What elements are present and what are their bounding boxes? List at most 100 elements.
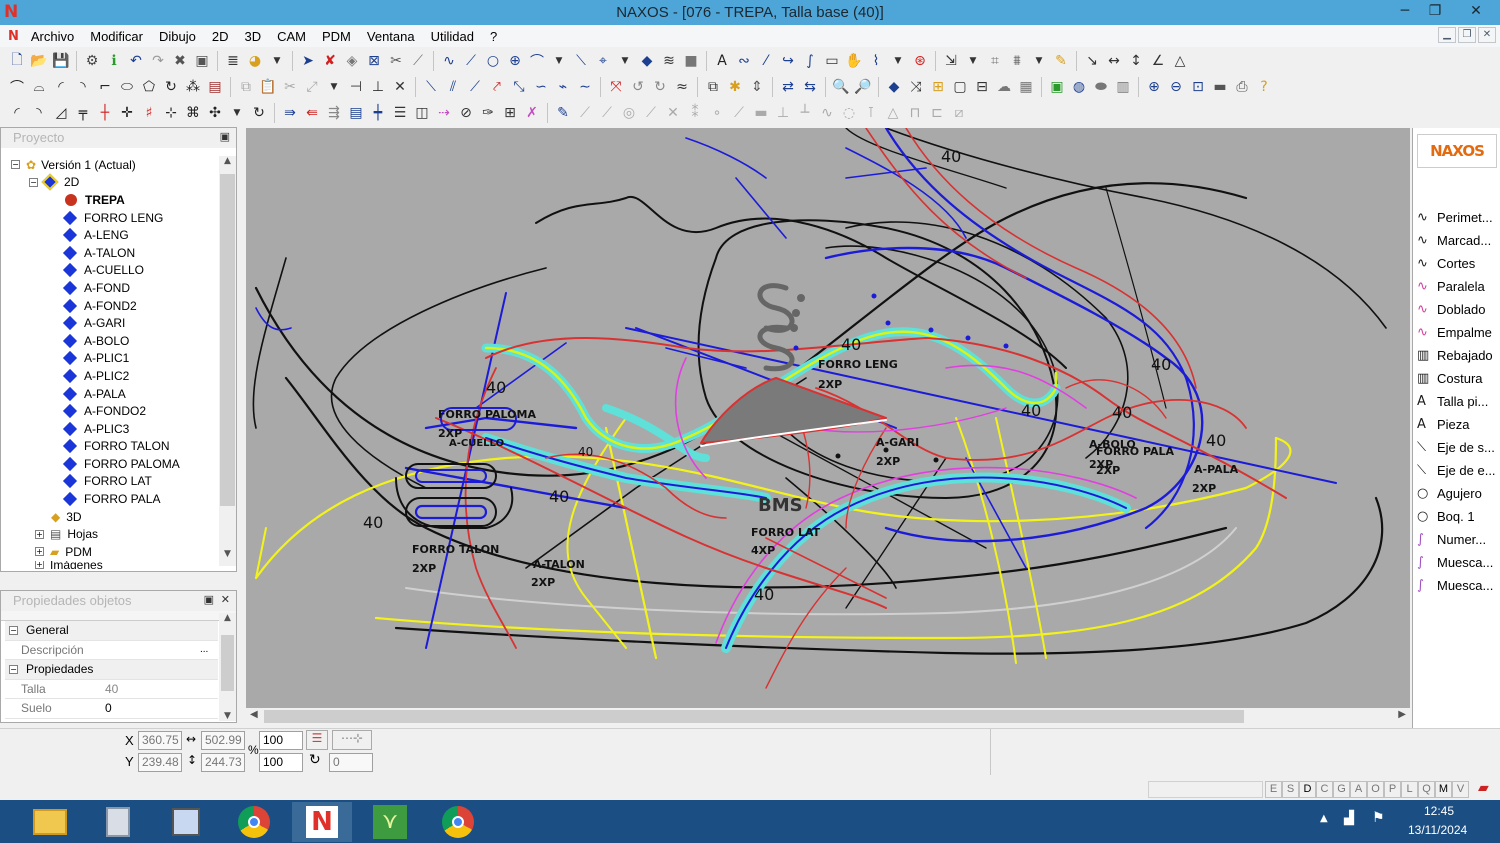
leaf-app-icon[interactable]: ⋎ <box>360 802 420 842</box>
file-explorer-icon[interactable] <box>20 802 80 842</box>
updown-icon[interactable]: ⇕ <box>746 77 768 97</box>
menu-3d[interactable]: 3D <box>236 29 269 44</box>
spline-icon[interactable]: ⌇ <box>865 51 887 71</box>
delete-icon[interactable]: ✖ <box>169 51 191 71</box>
curve-icon[interactable]: ∿ <box>438 51 460 71</box>
snap9-icon[interactable]: ┴ <box>794 103 816 123</box>
expand-icon[interactable]: + <box>35 560 44 569</box>
menu-archivo[interactable]: Archivo <box>23 29 82 44</box>
scissors-icon[interactable]: ✂ <box>385 51 407 71</box>
open-icon[interactable]: 📂 <box>28 51 50 71</box>
scale-icon[interactable]: ⤢ <box>301 77 323 97</box>
arrows-icon[interactable]: ✣ <box>204 103 226 123</box>
polygon-icon[interactable]: ⬠ <box>138 77 160 97</box>
pin-icon[interactable]: ▣ <box>204 593 214 606</box>
menu-help[interactable]: ? <box>482 29 505 44</box>
tree-piece[interactable]: FORRO LAT <box>11 473 180 491</box>
dropdown-icon[interactable]: ▼ <box>266 51 288 71</box>
fit-icon[interactable]: ✱ <box>724 77 746 97</box>
snap-icon[interactable]: ✎ <box>552 103 574 123</box>
function-item[interactable]: ∿ Paralela <box>1413 275 1500 298</box>
maximize-button[interactable]: ❐ <box>1420 0 1450 22</box>
shoe-icon[interactable]: ⬬ <box>1090 77 1112 97</box>
dropdown-icon-5[interactable]: ▼ <box>962 51 984 71</box>
y-field[interactable]: 239.48 <box>138 753 182 772</box>
x-icon[interactable]: ✗ <box>521 103 543 123</box>
scroll-down-icon[interactable]: ▼ <box>219 549 236 566</box>
grade-icon[interactable]: ⩩ <box>1006 51 1028 71</box>
function-item[interactable]: ⟍ Eje de e... <box>1413 459 1500 482</box>
clock-time[interactable]: 12:45 <box>1424 804 1454 818</box>
props-scroll-thumb[interactable] <box>221 635 234 691</box>
group-general[interactable]: − General <box>5 621 218 641</box>
ellipse-icon[interactable]: ⬭ <box>116 77 138 97</box>
gradient-icon[interactable]: ⇢ <box>433 103 455 123</box>
tree-root[interactable]: − ✿ Versión 1 (Actual) <box>11 156 180 174</box>
tree-folder-3d[interactable]: ◆ 3D <box>11 508 180 526</box>
dropdown-icon-2[interactable]: ▼ <box>548 51 570 71</box>
status-key[interactable]: V <box>1452 781 1469 798</box>
print-icon[interactable]: ⎙ <box>1231 77 1253 97</box>
tree-piece[interactable]: FORRO TALON <box>11 438 180 456</box>
function-item[interactable]: ∿ Perimet... <box>1413 206 1500 229</box>
corner2-icon[interactable]: ◝ <box>72 77 94 97</box>
tray-expand-icon[interactable]: ▲ <box>1320 813 1328 824</box>
app-logo-icon[interactable]: N <box>4 3 20 21</box>
vdim-icon[interactable]: ↕ <box>1125 51 1147 71</box>
tree-piece[interactable]: A-FONDO2 <box>11 402 180 420</box>
snap4-icon[interactable]: ⟋ <box>640 103 662 123</box>
dim-icon[interactable]: ↘ <box>1081 51 1103 71</box>
function-item[interactable]: ∫ Numer... <box>1413 528 1500 551</box>
copy2-icon[interactable]: ⧉ <box>702 77 724 97</box>
snap7-icon[interactable]: ▬ <box>750 103 772 123</box>
zoom-in-icon[interactable]: 🔍 <box>830 77 852 97</box>
tree-piece[interactable]: A-FOND2 <box>11 297 180 315</box>
nodes-icon[interactable]: ⁂ <box>182 77 204 97</box>
rect-outline-icon[interactable]: ▭ <box>821 51 843 71</box>
snap14-icon[interactable]: ⊓ <box>904 103 926 123</box>
function-item[interactable]: ○ Agujero <box>1413 482 1500 505</box>
tree-piece[interactable]: A-PLIC3 <box>11 420 180 438</box>
mirror-icon[interactable]: ⊣ <box>345 77 367 97</box>
tree-folder-2d[interactable]: − 2D <box>11 173 180 192</box>
prop-talla-value[interactable]: 40 <box>105 682 218 696</box>
function-item[interactable]: A Talla pi... <box>1413 390 1500 413</box>
snap8-icon[interactable]: ⊥ <box>772 103 794 123</box>
mdi-close-button[interactable]: ✕ <box>1478 27 1496 43</box>
close-button[interactable]: ✕ <box>1454 0 1498 22</box>
zigzag-icon[interactable]: ∾ <box>733 51 755 71</box>
dropdown-icon-6[interactable]: ▼ <box>1028 51 1050 71</box>
export-icon[interactable]: ⇲ <box>940 51 962 71</box>
tree-folder-hojas[interactable]: + ▤ Hojas <box>11 525 180 543</box>
project-scroll-thumb[interactable] <box>220 174 235 506</box>
angle-dim-icon[interactable]: ∠ <box>1147 51 1169 71</box>
dropdown-icon-7[interactable]: ▼ <box>323 77 345 97</box>
desc-ellipsis-button[interactable]: ... <box>200 644 218 655</box>
snap-dot-icon[interactable]: ∘ <box>706 103 728 123</box>
status-key[interactable]: D <box>1299 781 1316 798</box>
scroll-up-icon[interactable]: ▲ <box>219 156 236 173</box>
text-icon[interactable]: A <box>711 51 733 71</box>
tree-piece[interactable]: FORRO PALA <box>11 490 180 508</box>
snap16-icon[interactable]: ⧄ <box>948 103 970 123</box>
dropdown-icon-8[interactable]: ▼ <box>226 103 248 123</box>
tree-piece[interactable]: A-PALA <box>11 385 180 403</box>
calculator-icon[interactable] <box>88 802 148 842</box>
function-item[interactable]: ▥ Costura <box>1413 367 1500 390</box>
snap5-icon[interactable]: ⁑ <box>684 103 706 123</box>
parallel-icon[interactable]: ⫽ <box>442 77 464 97</box>
align-icon[interactable]: ☰ <box>306 730 328 750</box>
menu-cam[interactable]: CAM <box>269 29 314 44</box>
tree-piece[interactable]: FORRO PALOMA <box>11 455 180 473</box>
hand-icon[interactable]: ✋ <box>843 51 865 71</box>
snap15-icon[interactable]: ⊏ <box>926 103 948 123</box>
dropdown-icon-4[interactable]: ▼ <box>887 51 909 71</box>
point-icon[interactable]: ◈ <box>341 51 363 71</box>
function-item[interactable]: ∿ Cortes <box>1413 252 1500 275</box>
arrow-pair-icon[interactable]: ⇛ <box>279 103 301 123</box>
dropdown-icon-3[interactable]: ▼ <box>614 51 636 71</box>
redo-icon[interactable]: ↷ <box>147 51 169 71</box>
hash-icon[interactable]: ♯ <box>138 103 160 123</box>
scroll-right-icon[interactable]: ▶ <box>1398 709 1406 720</box>
snap11-icon[interactable]: ◌ <box>838 103 860 123</box>
